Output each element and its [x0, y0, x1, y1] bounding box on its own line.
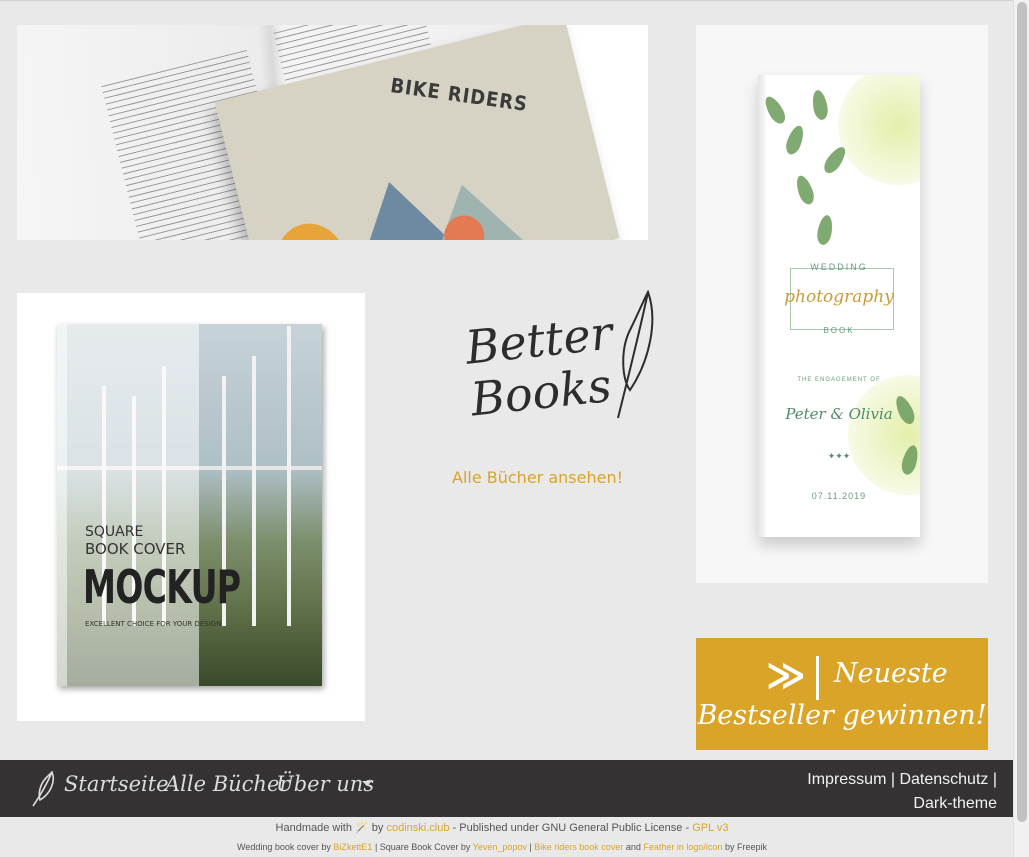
- magic-wand-icon: 🪄: [355, 822, 369, 834]
- wedding-line3: BOOK: [823, 326, 855, 335]
- mockup-line2: BOOK COVER: [85, 540, 186, 558]
- wedding-author-link[interactable]: BiZkettE1: [333, 842, 372, 852]
- and-text: and: [625, 842, 641, 852]
- bestseller-banner[interactable]: ≫ Neueste Bestseller gewinnen!: [696, 638, 988, 750]
- credits-line1: Handmade with 🪄 by codinski.club - Publi…: [0, 821, 1004, 834]
- separator: |: [529, 842, 532, 852]
- bike-cover-link[interactable]: Bike riders book cover: [534, 842, 623, 852]
- by-text: by: [371, 822, 384, 834]
- divider: [816, 656, 819, 700]
- square-author-link[interactable]: Yeven_popov: [473, 842, 527, 852]
- wedding-book-image[interactable]: WEDDING photography BOOK THE ENGAGEMENT …: [696, 25, 988, 583]
- feather-icon: [617, 290, 654, 419]
- mockup-book: SQUARE BOOK COVER MOCKUP EXCELLENT CHOIC…: [57, 324, 322, 686]
- wedding-credit-label: Wedding book cover by: [237, 842, 331, 852]
- wedding-line4: THE ENGAGEMENT OF: [797, 377, 881, 383]
- nav-alle-buecher[interactable]: Alle Bücher: [165, 772, 289, 796]
- mockup-line3: MOCKUP: [83, 560, 241, 614]
- scrollbar-thumb[interactable]: [1017, 2, 1027, 822]
- watercolor-splash: [848, 375, 920, 495]
- wedding-line5: Peter & Olivia: [785, 405, 893, 423]
- mockup-line1: SQUARE: [85, 524, 144, 540]
- wedding-line6: 07.11.2019: [811, 491, 867, 501]
- wedding-line1: WEDDING: [810, 262, 868, 272]
- bridge-pylon: [252, 356, 256, 626]
- license-link[interactable]: GPL v3: [692, 822, 728, 834]
- bestseller-line1: Neueste: [834, 658, 948, 689]
- vertical-scrollbar[interactable]: [1013, 0, 1029, 857]
- nav-right-links: Impressum | Datenschutz | Dark-theme: [767, 768, 997, 816]
- logo-text: Better Books: [463, 306, 619, 427]
- cover-overlay: [57, 324, 199, 686]
- better-books-logo[interactable]: Better Books: [450, 290, 660, 460]
- freepik-text: by Freepik: [724, 842, 767, 852]
- leaf-decoration: [820, 143, 850, 177]
- bike-riders-title: BIKE RIDERS: [389, 73, 530, 117]
- bike-riders-book-image[interactable]: BIKE RIDERS: [17, 25, 648, 240]
- handmade-text: Handmade with: [275, 822, 352, 834]
- bridge-pylon: [287, 326, 291, 626]
- square-credit-label: | Square Book Cover by: [374, 842, 471, 852]
- nav-ueber-uns[interactable]: Über uns: [276, 772, 374, 796]
- leaf-decoration: [810, 89, 830, 121]
- wedding-line2: photography: [784, 287, 894, 307]
- footer-navbar: Startseite Alle Bücher Über uns Impressu…: [0, 760, 1013, 817]
- square-book-cover-image[interactable]: SQUARE BOOK COVER MOCKUP EXCELLENT CHOIC…: [17, 293, 365, 721]
- bestseller-line2: Bestseller gewinnen!: [697, 700, 987, 731]
- dark-theme-toggle[interactable]: Dark-theme: [767, 792, 997, 816]
- caret-down-icon[interactable]: [362, 781, 372, 786]
- leaf-decoration: [793, 173, 817, 207]
- published-text: - Published under GNU General Public Lic…: [452, 822, 690, 834]
- leaf-decoration: [783, 123, 807, 157]
- legal-links[interactable]: Impressum | Datenschutz |: [767, 768, 997, 792]
- credits-line2: Wedding book cover by BiZkettE1 | Square…: [0, 842, 1004, 852]
- nav-startseite[interactable]: Startseite: [64, 772, 169, 796]
- site-link[interactable]: codinski.club: [386, 822, 449, 834]
- mockup-line4: EXCELLENT CHOICE FOR YOUR DESIGN: [85, 620, 222, 628]
- top-border: [0, 0, 1029, 1]
- leaf-decoration: [815, 214, 835, 246]
- all-books-link[interactable]: Alle Bücher ansehen!: [452, 468, 623, 487]
- watercolor-splash: [838, 75, 920, 185]
- logo-text-line2: Books: [468, 357, 614, 427]
- feather-icon[interactable]: [30, 770, 56, 808]
- wedding-book: WEDDING photography BOOK THE ENGAGEMENT …: [758, 75, 920, 537]
- wedding-ornament: ✦✦✦: [827, 451, 851, 461]
- book-spine: [57, 324, 67, 686]
- double-chevron-icon: ≫: [766, 655, 806, 697]
- feather-logo-link[interactable]: Feather in logo/icon: [643, 842, 722, 852]
